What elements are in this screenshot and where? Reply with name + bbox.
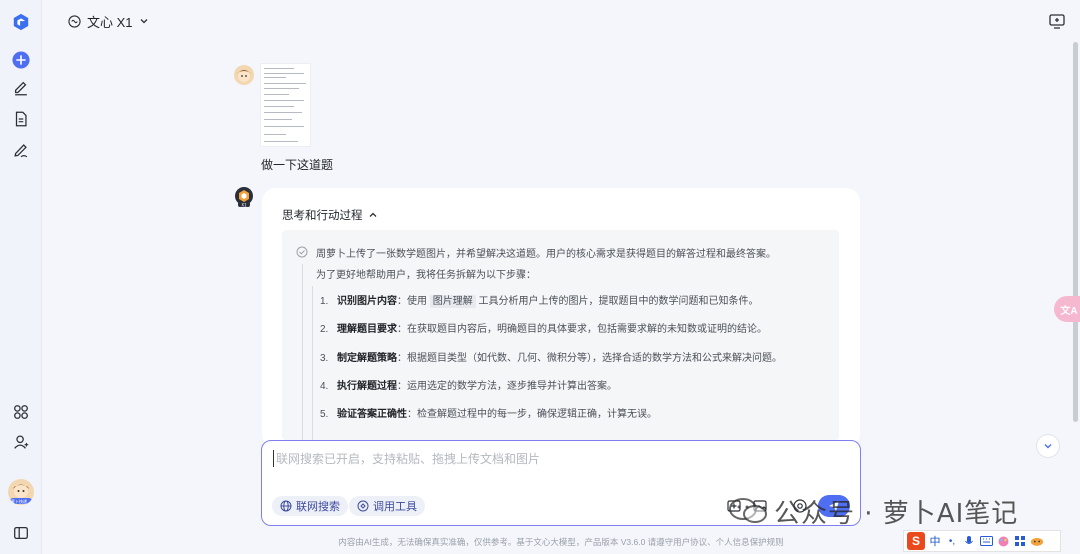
user-icon[interactable]	[9, 430, 33, 454]
chevron-down-icon	[1044, 444, 1052, 449]
tools-icon	[357, 500, 369, 512]
thinking-toggle[interactable]: 思考和行动过程	[282, 207, 378, 223]
edit-icon[interactable]	[9, 76, 33, 100]
tools-button[interactable]: 调用工具	[349, 496, 425, 516]
chevron-up-icon	[369, 212, 376, 217]
document-icon[interactable]	[9, 107, 33, 131]
keyboard-icon[interactable]	[979, 534, 993, 548]
new-chat-icon[interactable]	[9, 48, 33, 72]
chevron-down-icon	[140, 19, 147, 24]
model-icon	[68, 14, 81, 28]
scrollbar-thumb[interactable]	[1073, 42, 1078, 422]
timeline-line	[302, 264, 303, 440]
svg-text:X1: X1	[241, 202, 247, 207]
user-avatar	[234, 65, 254, 85]
translate-float-button[interactable]: 文A	[1054, 296, 1080, 322]
tools-label: 调用工具	[373, 501, 417, 513]
watermark-text: 公众号 · 萝卜AI笔记	[774, 498, 1019, 529]
sogou-logo-icon[interactable]: S	[907, 532, 925, 550]
screen-share-icon[interactable]	[1048, 12, 1066, 30]
wechat-icon	[728, 496, 768, 526]
check-circle-icon	[296, 246, 308, 258]
tool-tag: 图片理解	[429, 295, 476, 308]
watermark: 公众号 · 萝卜AI笔记	[728, 491, 1018, 531]
chat-input[interactable]: 联网搜索已开启，支持粘贴、拖拽上传文档和图片	[273, 450, 540, 467]
step-item: 4. 执行解题过程：运用选定的数学方法，逐步推导并计算出答案。	[320, 381, 617, 392]
punctuation-icon[interactable]: •,	[945, 534, 959, 548]
skin-icon[interactable]	[996, 534, 1010, 548]
scroll-to-bottom-button[interactable]	[1036, 434, 1060, 458]
uploaded-image-thumbnail[interactable]	[260, 63, 311, 147]
step-item: 1. 识别图片内容：使用 图片理解 工具分析用户上传的图片，提取题目中的数学问题和…	[320, 295, 759, 308]
web-search-button[interactable]: 联网搜索	[272, 496, 348, 516]
thinking-title: 思考和行动过程	[282, 210, 363, 222]
bot-avatar: X1	[234, 186, 254, 208]
sidebar: 萝卜快递	[0, 0, 42, 554]
translate-label: 文A	[1060, 305, 1078, 317]
avatar-label: 萝卜快递	[11, 499, 27, 504]
microphone-icon[interactable]	[962, 534, 976, 548]
thinking-intro-2: 为了更好地帮助用户，我将任务拆解为以下步骤：	[316, 270, 536, 281]
web-search-label: 联网搜索	[296, 501, 340, 513]
globe-icon	[280, 500, 292, 512]
step-item: 3. 制定解题策略：根据题目类型（如代数、几何、微积分等），选择合适的数学方法和公…	[320, 353, 782, 364]
thinking-intro: 周萝卜上传了一张数学题图片，并希望解决这道题。用户的核心需求是获得题目的解答过程…	[316, 249, 776, 260]
step-item: 2. 理解题目要求：在获取题目内容后，明确题目的具体要求，包括需要求解的未知数或证…	[320, 324, 767, 335]
ime-mode[interactable]: 中	[928, 534, 942, 548]
ime-toolbar[interactable]: S 中 •,	[903, 530, 1061, 552]
user-message-text: 做一下这道题	[261, 158, 334, 172]
mascot-icon[interactable]	[1030, 534, 1044, 548]
step-item: 5. 验证答案正确性：检查解题过程中的每一步，确保逻辑正确，计算无误。	[320, 409, 657, 420]
logo-icon[interactable]	[9, 10, 33, 34]
model-name: 文心 X1	[87, 14, 133, 30]
toolbox-icon[interactable]	[1013, 534, 1027, 548]
steps-line	[312, 286, 313, 440]
model-selector[interactable]: 文心 X1	[68, 10, 149, 32]
avatar[interactable]: 萝卜快递	[8, 479, 34, 505]
apps-icon[interactable]	[9, 400, 33, 424]
thinking-panel: 周萝卜上传了一张数学题图片，并希望解决这道题。用户的核心需求是获得题目的解答过程…	[282, 230, 839, 440]
draw-icon[interactable]	[9, 138, 33, 162]
assistant-response-card: 思考和行动过程 周萝卜上传了一张数学题图片，并希望解决这道题。用户的核心需求是获…	[262, 188, 860, 448]
